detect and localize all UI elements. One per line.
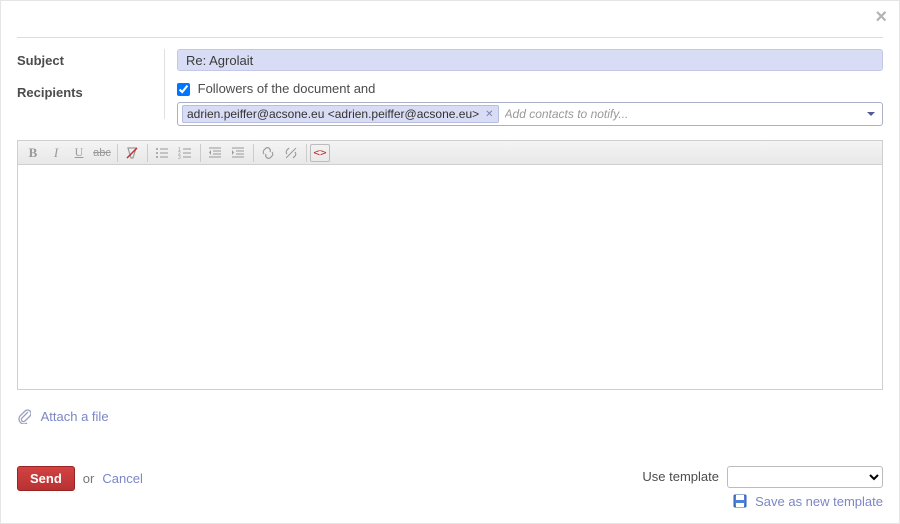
followers-label: Followers of the document and [198, 81, 376, 96]
save-icon [733, 496, 751, 511]
toolbar-separator [117, 144, 118, 162]
numbered-list-button[interactable]: 123 [174, 143, 196, 163]
source-button[interactable]: <> [310, 144, 330, 162]
toolbar-separator [253, 144, 254, 162]
unlink-button[interactable] [280, 143, 302, 163]
save-template-row: Save as new template [642, 494, 883, 511]
editor-toolbar: B I U abc 123 [18, 141, 882, 165]
recipient-tag-text: adrien.peiffer@acsone.eu <adrien.peiffer… [187, 107, 479, 121]
use-template-label: Use template [642, 469, 719, 484]
toolbar-separator [200, 144, 201, 162]
subject-input[interactable] [177, 49, 883, 71]
header-divider [17, 37, 883, 38]
bullet-list-button[interactable] [151, 143, 173, 163]
close-icon[interactable]: × [875, 7, 887, 27]
followers-checkbox[interactable] [177, 83, 190, 96]
underline-button[interactable]: U [68, 143, 90, 163]
outdent-button[interactable] [204, 143, 226, 163]
attach-file-link[interactable]: Attach a file [41, 409, 109, 424]
toolbar-separator [147, 144, 148, 162]
followers-line: Followers of the document and [177, 81, 883, 96]
recipients-label: Recipients [17, 81, 165, 126]
save-template-link[interactable]: Save as new template [755, 494, 883, 509]
template-select[interactable] [727, 466, 883, 488]
subject-label: Subject [17, 49, 165, 71]
toolbar-separator [306, 144, 307, 162]
compose-modal: × Subject Recipients Followers of the do… [0, 0, 900, 524]
use-template-row: Use template [642, 466, 883, 488]
footer-right: Use template Save as new template [642, 466, 883, 511]
remove-recipient-icon[interactable]: ✕ [485, 109, 493, 120]
cancel-link[interactable]: Cancel [102, 471, 142, 486]
editor: B I U abc 123 [17, 140, 883, 390]
form-area: Subject Recipients Followers of the docu… [17, 49, 883, 427]
footer: Send or Cancel Use template Save as new … [17, 466, 883, 511]
svg-text:3: 3 [178, 155, 181, 160]
paperclip-icon [17, 412, 35, 427]
footer-left: Send or Cancel [17, 466, 143, 491]
recipients-row: Recipients Followers of the document and… [17, 81, 883, 126]
link-button[interactable] [257, 143, 279, 163]
recipients-box[interactable]: adrien.peiffer@acsone.eu <adrien.peiffer… [177, 102, 883, 126]
send-button[interactable]: Send [17, 466, 75, 491]
bold-button[interactable]: B [22, 143, 44, 163]
remove-format-button[interactable] [121, 143, 143, 163]
or-text: or [83, 471, 95, 486]
strikethrough-button[interactable]: abc [91, 143, 113, 163]
attach-line: Attach a file [17, 408, 883, 427]
dropdown-icon[interactable] [866, 107, 876, 122]
recipient-tag: adrien.peiffer@acsone.eu <adrien.peiffer… [182, 105, 499, 123]
body-textarea[interactable] [18, 165, 882, 389]
subject-row: Subject [17, 49, 883, 71]
italic-button[interactable]: I [45, 143, 67, 163]
indent-button[interactable] [227, 143, 249, 163]
contacts-input[interactable] [499, 107, 878, 121]
